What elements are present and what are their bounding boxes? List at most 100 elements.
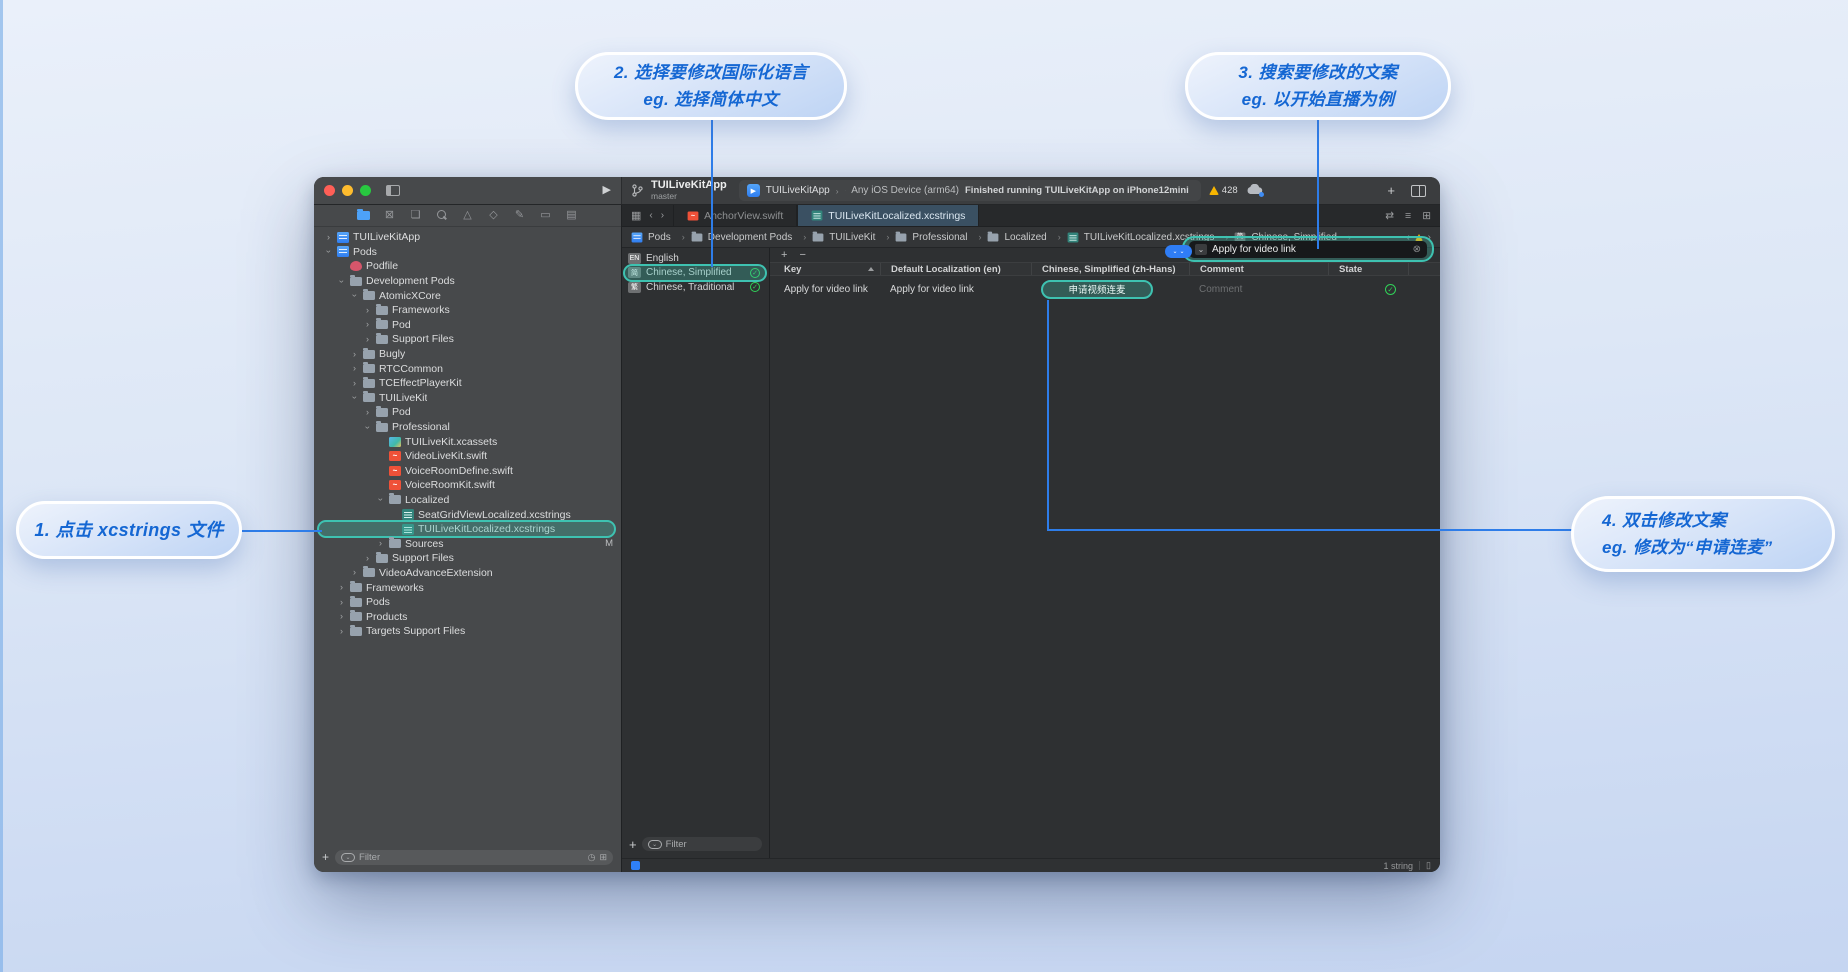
add-editor-icon[interactable]: ⊞ <box>1422 210 1431 222</box>
related-items-icon[interactable]: ▦ <box>631 209 641 222</box>
find[interactable] <box>435 210 448 221</box>
device-preview-icon[interactable]: ▯ <box>1426 860 1431 871</box>
tree-row[interactable]: TUILiveKit.xcassets <box>314 434 621 449</box>
tree-row[interactable]: VoiceRoomKit.swift <box>314 478 621 493</box>
code-review-icon[interactable]: ⇄ <box>1385 210 1394 222</box>
project-navigator[interactable] <box>357 211 370 220</box>
tree-row[interactable]: Pods <box>314 595 621 610</box>
disclosure-chevron-icon[interactable] <box>337 598 346 607</box>
language-row[interactable]: 繁 Chinese, Traditional ✓ <box>622 280 769 295</box>
search-filter-chip-icon[interactable]: ⌄ <box>1195 244 1207 255</box>
column-header-comment[interactable]: Comment <box>1189 263 1328 275</box>
breadcrumb-item[interactable]: Development Pods <box>691 232 813 243</box>
tree-row[interactable]: Pod <box>314 318 621 333</box>
disclosure-chevron-icon[interactable] <box>324 233 333 242</box>
disclosure-chevron-icon[interactable] <box>350 364 359 373</box>
search-query-text[interactable]: Apply for video link <box>1212 244 1296 255</box>
disclosure-chevron-icon[interactable] <box>337 627 346 636</box>
tree-row[interactable]: Development Pods <box>314 274 621 289</box>
chinese-translation-cell[interactable]: 申请视频连麦 <box>1031 276 1189 302</box>
tree-row[interactable]: Products <box>314 609 621 624</box>
disclosure-chevron-icon[interactable] <box>337 277 346 286</box>
activity-view[interactable]: ▶ TUILiveKitApp › Any iOS Device (arm64)… <box>739 180 1201 201</box>
add-language-button[interactable]: + <box>629 838 637 851</box>
editor-tab[interactable]: TUILiveKitLocalized.xcstrings <box>797 205 979 226</box>
go-back-button[interactable]: ‹ <box>649 210 652 221</box>
tree-row[interactable]: VoiceRoomDefine.swift <box>314 464 621 479</box>
disclosure-chevron-icon[interactable] <box>363 408 372 417</box>
tree-row[interactable]: Frameworks <box>314 580 621 595</box>
tree-row[interactable]: Localized <box>314 493 621 508</box>
navigator-filter-field[interactable]: ⌄ Filter ◷ ⊞ <box>335 850 613 865</box>
breadcrumb-item[interactable]: Professional <box>895 232 987 243</box>
string-table-row[interactable]: Apply for video link Apply for video lin… <box>770 276 1440 302</box>
tests[interactable] <box>487 210 500 221</box>
disclosure-chevron-icon[interactable] <box>363 554 372 563</box>
reports[interactable] <box>565 210 578 221</box>
disclosure-chevron-icon[interactable] <box>350 393 359 402</box>
toggle-navigator-icon[interactable] <box>386 185 400 196</box>
string-search-input[interactable]: ⌄ Apply for video link ⊗ <box>1189 241 1427 258</box>
bookmarks[interactable] <box>409 210 422 221</box>
language-filter-field[interactable]: ⌄ Filter <box>642 837 762 851</box>
clear-search-icon[interactable]: ⊗ <box>1413 244 1421 255</box>
disclosure-chevron-icon[interactable] <box>376 539 385 548</box>
debug[interactable] <box>513 210 526 221</box>
tree-row[interactable]: TUILiveKitLocalized.xcstrings <box>314 522 621 537</box>
tree-row[interactable]: Frameworks <box>314 303 621 318</box>
tree-row[interactable]: Bugly <box>314 347 621 362</box>
language-row[interactable]: 简 Chinese, Simplified ✓ <box>622 266 769 281</box>
tree-row[interactable]: Support Files <box>314 551 621 566</box>
add-file-button[interactable]: + <box>322 851 329 863</box>
disclosure-chevron-icon[interactable] <box>363 306 372 315</box>
filter-scm-icon[interactable]: ⊞ <box>599 852 607 863</box>
breadcrumb-item[interactable]: TUILiveKit <box>812 232 895 243</box>
recent-files-icon[interactable]: ◷ <box>588 852 596 863</box>
tree-row[interactable]: Podfile <box>314 259 621 274</box>
minimap-icon[interactable]: ≡ <box>1405 210 1411 222</box>
library-add-button[interactable]: + <box>1387 184 1395 197</box>
tree-row[interactable]: Pod <box>314 405 621 420</box>
editor-tab[interactable]: AnchorView.swift <box>673 205 797 226</box>
disclosure-chevron-icon[interactable] <box>363 423 372 432</box>
tree-row[interactable]: Targets Support Files <box>314 624 621 639</box>
column-header-state[interactable]: State <box>1328 263 1408 275</box>
default-localization-cell[interactable]: Apply for video link <box>880 276 1031 302</box>
disclosure-chevron-icon[interactable] <box>350 568 359 577</box>
tree-row[interactable]: VideoLiveKit.swift <box>314 449 621 464</box>
tree-row[interactable]: Support Files <box>314 332 621 347</box>
disclosure-chevron-icon[interactable] <box>363 320 372 329</box>
breadcrumb-item[interactable]: Localized <box>987 232 1066 243</box>
column-header-chinese[interactable]: Chinese, Simplified (zh-Hans) <box>1031 263 1189 275</box>
tree-row[interactable]: Sources M <box>314 536 621 551</box>
key-cell[interactable]: Apply for video link <box>770 276 880 302</box>
run-destination[interactable]: Any iOS Device (arm64) <box>851 185 959 196</box>
disclosure-chevron-icon[interactable] <box>350 291 359 300</box>
tree-row[interactable]: RTCCommon <box>314 361 621 376</box>
tree-row[interactable]: TCEffectPlayerKit <box>314 376 621 391</box>
column-header-key[interactable]: Key <box>770 263 880 275</box>
tree-row[interactable]: TUILiveKit <box>314 391 621 406</box>
add-string-button[interactable]: + <box>781 249 787 261</box>
scheme-name[interactable]: TUILiveKitApp <box>766 185 830 196</box>
issues[interactable] <box>461 210 474 221</box>
disclosure-chevron-icon[interactable] <box>350 350 359 359</box>
disclosure-chevron-icon[interactable] <box>363 335 372 344</box>
column-header-default[interactable]: Default Localization (en) <box>880 263 1031 275</box>
breadcrumb-item[interactable]: Pods <box>631 232 691 243</box>
disclosure-chevron-icon[interactable] <box>376 495 385 504</box>
zoom-window-button[interactable] <box>360 185 371 196</box>
disclosure-chevron-icon[interactable] <box>350 379 359 388</box>
source-control[interactable] <box>383 210 396 221</box>
close-window-button[interactable] <box>324 185 335 196</box>
tree-row[interactable]: VideoAdvanceExtension <box>314 566 621 581</box>
highlighted-translation-value[interactable]: 申请视频连麦 <box>1041 280 1153 299</box>
breakpoints[interactable] <box>539 210 552 221</box>
tree-row[interactable]: TUILiveKitApp <box>314 230 621 245</box>
editor-layout-button[interactable] <box>1411 185 1426 197</box>
tree-row[interactable]: Pods <box>314 245 621 260</box>
disclosure-chevron-icon[interactable] <box>324 247 333 256</box>
remove-string-button[interactable]: − <box>799 249 805 261</box>
comment-cell[interactable]: Comment <box>1189 276 1328 302</box>
minimize-window-button[interactable] <box>342 185 353 196</box>
